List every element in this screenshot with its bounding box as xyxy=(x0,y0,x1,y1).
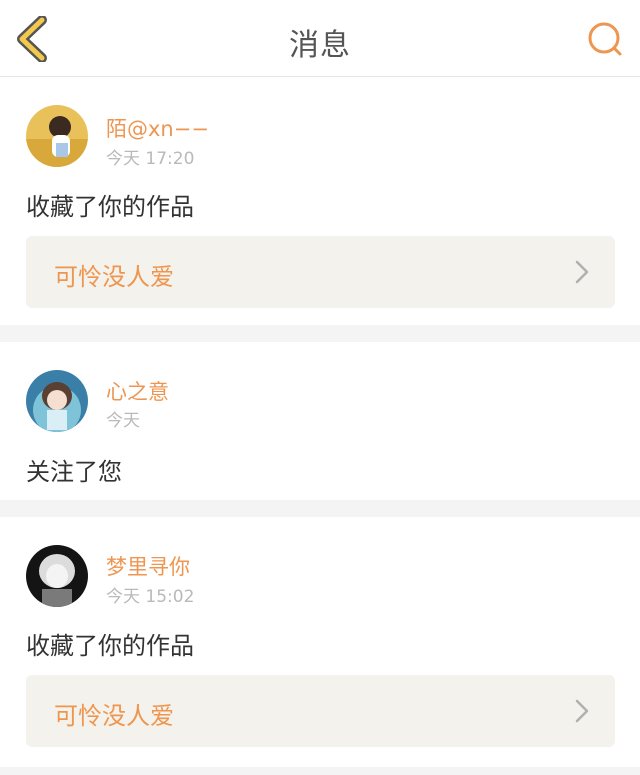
avatar-image xyxy=(26,370,88,432)
page-title: 消息 xyxy=(289,28,351,63)
timestamp: 今天 15:02 xyxy=(106,587,195,607)
work-link[interactable]: 可怜没人爱 xyxy=(26,236,615,308)
search-button[interactable] xyxy=(586,20,626,60)
search-icon xyxy=(588,22,622,56)
action-text: 收藏了你的作品 xyxy=(26,632,194,660)
username[interactable]: 陌@xn−− xyxy=(106,113,209,143)
avatar-image xyxy=(26,105,88,167)
chevron-right-icon xyxy=(575,260,589,284)
work-link[interactable]: 可怜没人爱 xyxy=(26,675,615,747)
timestamp: 今天 xyxy=(106,411,140,431)
avatar[interactable] xyxy=(26,105,88,167)
work-title: 可怜没人爱 xyxy=(54,263,174,291)
work-title: 可怜没人爱 xyxy=(54,702,174,730)
timestamp: 今天 17:20 xyxy=(106,149,195,169)
message-item: 梦里寻你 今天 15:02 收藏了你的作品 可怜没人爱 xyxy=(0,517,640,767)
message-item: 心之意 今天 关注了您 xyxy=(0,342,640,500)
action-text: 关注了您 xyxy=(26,458,122,486)
action-text: 收藏了你的作品 xyxy=(26,193,194,221)
top-bar: 消息 xyxy=(0,0,640,77)
chevron-right-icon xyxy=(575,699,589,723)
avatar[interactable] xyxy=(26,545,88,607)
avatar-image xyxy=(26,545,88,607)
message-item: 陌@xn−− 今天 17:20 收藏了你的作品 可怜没人爱 xyxy=(0,77,640,325)
username[interactable]: 梦里寻你 xyxy=(106,551,190,581)
username[interactable]: 心之意 xyxy=(106,376,169,406)
avatar[interactable] xyxy=(26,370,88,432)
